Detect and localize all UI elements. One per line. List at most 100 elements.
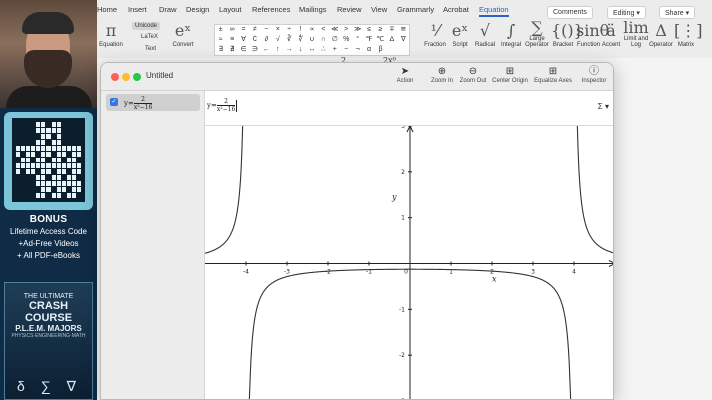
tab-acrobat[interactable]: Acrobat — [443, 5, 469, 14]
limit-log-button[interactable]: lim Limit and Log — [623, 20, 649, 49]
text-option[interactable]: Text — [145, 46, 156, 52]
symbol-button[interactable]: ≅ — [398, 25, 409, 35]
symbol-button[interactable]: β — [375, 45, 386, 55]
symbol-button[interactable]: ≡ — [226, 35, 237, 45]
symbol-button[interactable]: ∩ — [318, 35, 329, 45]
function-button[interactable]: sinθ Function — [576, 20, 609, 48]
symbol-button[interactable]: ∀ — [238, 35, 249, 45]
symbol-button[interactable]: ≈ — [215, 35, 226, 45]
symbol-button[interactable]: α — [363, 45, 374, 55]
symbol-button[interactable]: ∝ — [306, 25, 317, 35]
symbol-button[interactable]: % — [341, 35, 352, 45]
symbol-button[interactable]: ← — [261, 45, 272, 55]
symbol-button[interactable]: ÷ — [283, 25, 294, 35]
center-origin-tool[interactable]: ⊞ Center Origin — [490, 66, 530, 84]
symbol-button[interactable]: ∁ — [249, 35, 260, 45]
action-tool[interactable]: ➤ Action — [393, 66, 417, 84]
minimize-button[interactable] — [122, 73, 130, 81]
symbol-button[interactable]: √ — [272, 35, 283, 45]
symbol-button[interactable]: = — [238, 25, 249, 35]
matrix-button[interactable]: [⋮] Matrix — [674, 20, 702, 48]
qr-module — [61, 163, 66, 169]
symbol-button[interactable]: ∄ — [226, 45, 237, 55]
qr-module — [41, 169, 46, 175]
symbol-button[interactable]: ∜ — [295, 35, 306, 45]
symbol-button[interactable]: ℉ — [363, 35, 374, 45]
tab-layout[interactable]: Layout — [219, 5, 242, 14]
symbol-button[interactable]: ∇ — [398, 35, 409, 45]
visibility-checkbox[interactable]: ✓ — [110, 98, 118, 106]
zoom-in-tool[interactable]: ⊕ Zoom In — [427, 66, 457, 84]
close-button[interactable] — [111, 73, 119, 81]
tab-insert[interactable]: Insert — [128, 5, 147, 14]
qr-module — [51, 169, 56, 175]
symbol-button[interactable]: ↑ — [272, 45, 283, 55]
symbol-gallery[interactable]: ± ∞ = ≠ ~ × ÷! ∝ < ≪ > ≫ ≤ ≥ ∓ ≅ ≈ ≡ ∀ ∁ ∂ √ ∛ ∜ ∪ ∩ ∅% ° ℉ ℃ ∆ ∇ ∃ ∄ ∈ ∋ ← ↑… — [214, 24, 410, 56]
script-button[interactable]: eˣ Script — [449, 20, 471, 48]
symbol-button[interactable]: ℃ — [375, 35, 386, 45]
symbol-button[interactable]: ∅ — [329, 35, 340, 45]
symbol-button[interactable]: ! — [295, 25, 306, 35]
convert-button[interactable]: eˣ Convert — [169, 20, 197, 48]
qr-module — [66, 163, 71, 169]
tab-references[interactable]: References — [252, 5, 290, 14]
equation-list-item[interactable]: ✓ y= 2 x²−16 — [106, 94, 200, 111]
symbol-button[interactable]: ∞ — [226, 25, 237, 35]
symbol-button[interactable]: ↓ — [295, 45, 306, 55]
symbol-button[interactable]: → — [283, 45, 294, 55]
equation-button[interactable]: π Equation — [99, 20, 123, 48]
tab-equation[interactable]: Equation — [479, 5, 509, 17]
symbol-button[interactable]: − — [341, 45, 352, 55]
symbol-button[interactable]: ± — [215, 25, 226, 35]
symbol-button[interactable]: ∂ — [261, 35, 272, 45]
tab-draw[interactable]: Draw — [159, 5, 177, 14]
tab-mailings[interactable]: Mailings — [299, 5, 327, 14]
large-operator-button[interactable]: ∑ Large Operator — [525, 20, 549, 49]
tab-design[interactable]: Design — [186, 5, 209, 14]
symbol-button[interactable]: ↔ — [306, 45, 317, 55]
symbol-button[interactable]: ∪ — [306, 35, 317, 45]
symbol-button[interactable]: > — [341, 25, 352, 35]
unicode-option[interactable]: Unicode — [132, 22, 161, 30]
symbol-button[interactable]: + — [329, 45, 340, 55]
share-button[interactable]: Share ▾ — [659, 6, 696, 19]
tab-home[interactable]: Home — [97, 5, 117, 14]
equalize-axes-tool[interactable]: ⊞ Equalize Axes — [533, 66, 573, 84]
equation-editor[interactable]: y= 2 x²−16 Σ ▾ — [205, 91, 613, 126]
symbol-button[interactable]: ~ — [261, 25, 272, 35]
inspector-tool[interactable]: ⓘ Inspector — [579, 66, 609, 84]
symbol-button[interactable]: ¬ — [352, 45, 363, 55]
symbol-button[interactable]: ≤ — [363, 25, 374, 35]
symbol-button[interactable]: ∛ — [283, 35, 294, 45]
qr-module — [41, 127, 46, 133]
latex-option[interactable]: LaTeX — [141, 34, 158, 40]
symbol-button[interactable]: ∋ — [249, 45, 260, 55]
symbol-button[interactable]: ≥ — [375, 25, 386, 35]
symbol-button[interactable]: ∃ — [215, 45, 226, 55]
comments-button[interactable]: Comments — [547, 6, 593, 19]
graph-plot-area[interactable]: -4-3-2-1123450321-1-2-3xy — [205, 126, 613, 399]
tab-grammarly[interactable]: Grammarly — [397, 5, 434, 14]
maximize-button[interactable] — [133, 73, 141, 81]
operator-button[interactable]: Δ Operator — [648, 20, 674, 48]
tab-review[interactable]: Review — [337, 5, 362, 14]
symbol-button[interactable]: ° — [352, 35, 363, 45]
fraction-button[interactable]: ⅟ Fraction — [423, 20, 447, 48]
symbol-button[interactable]: ≫ — [352, 25, 363, 35]
radical-button[interactable]: √ Radical — [473, 20, 497, 48]
symbol-button[interactable]: < — [318, 25, 329, 35]
bracket-button[interactable]: {()} Bracket — [551, 20, 584, 48]
symbol-button[interactable]: ∴ — [318, 45, 329, 55]
sigma-menu-button[interactable]: Σ ▾ — [598, 102, 609, 111]
symbol-button[interactable]: ≠ — [249, 25, 260, 35]
sigma-icon: Σ — [597, 102, 603, 111]
symbol-button[interactable]: ∆ — [386, 35, 397, 45]
accent-button[interactable]: ä Accent — [600, 20, 622, 48]
zoom-out-tool[interactable]: ⊖ Zoom Out — [457, 66, 489, 84]
integral-button[interactable]: ∫ Integral — [499, 20, 523, 48]
symbol-button[interactable]: × — [272, 25, 283, 35]
symbol-button[interactable]: ∈ — [238, 45, 249, 55]
symbol-button[interactable]: ∓ — [386, 25, 397, 35]
symbol-button[interactable]: ≪ — [329, 25, 340, 35]
tab-view[interactable]: View — [371, 5, 387, 14]
